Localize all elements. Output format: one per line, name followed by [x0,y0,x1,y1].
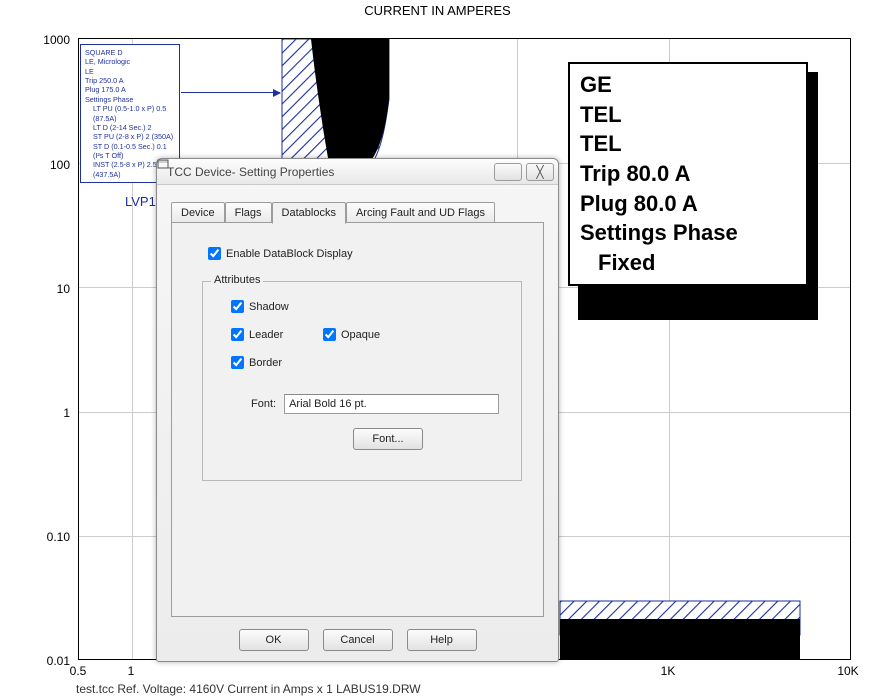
leader-input[interactable] [231,328,244,341]
dialog-button-row: OK Cancel Help [157,629,558,651]
dialog-help-button[interactable] [494,163,522,181]
datablock-ge[interactable]: GE TEL TEL Trip 80.0 A Plug 80.0 A Setti… [568,62,808,286]
datablock-line: Plug 175.0 A [85,85,175,94]
font-button[interactable]: Font... [353,428,423,450]
border-label: Border [249,357,282,369]
datablock-line: SQUARE D [85,48,175,57]
datablock-line: LT D (2-14 Sec.) 2 [85,123,175,132]
x-tick: 1 [128,664,135,678]
y-tick: 10 [24,282,70,296]
tab-flags[interactable]: Flags [225,202,272,223]
help-button[interactable]: Help [407,629,477,651]
leader-checkbox[interactable]: Leader [231,328,283,341]
tab-bar: Device Flags Datablocks Arcing Fault and… [171,201,544,223]
border-checkbox[interactable]: Border [231,356,282,369]
leader-label: Leader [249,329,283,341]
tab-arcing-fault[interactable]: Arcing Fault and UD Flags [346,202,495,223]
opaque-input[interactable] [323,328,336,341]
x-tick: 0.5 [70,664,87,678]
datablock-line: Fixed [580,248,796,278]
datablock-line: LT PU (0.5-1.0 x P) 0.5 (87.5A) [85,104,175,123]
opaque-checkbox[interactable]: Opaque [323,328,380,341]
shadow-label: Shadow [249,301,289,313]
dialog-close-button[interactable]: ╳ [526,163,554,181]
leader-arrow [181,92,280,93]
enable-datablock-input[interactable] [208,247,221,260]
datablock-line: Plug 80.0 A [580,189,796,219]
cancel-button[interactable]: Cancel [323,629,393,651]
opaque-label: Opaque [341,329,380,341]
shadow-input[interactable] [231,300,244,313]
tab-datablocks[interactable]: Datablocks [272,202,346,224]
attributes-group: Attributes Shadow Leader Opaque Border F… [202,281,522,481]
ok-button[interactable]: OK [239,629,309,651]
dialog-title: TCC Device- Setting Properties [167,165,490,179]
close-icon: ╳ [536,165,543,179]
attributes-legend: Attributes [211,274,263,286]
enable-datablock-checkbox[interactable]: Enable DataBlock Display [208,247,353,260]
y-tick: 1000 [24,33,70,47]
font-label: Font: [251,398,276,410]
chart-title: CURRENT IN AMPERES [0,3,875,18]
x-tick: 1K [661,664,676,678]
shadow-checkbox[interactable]: Shadow [231,300,289,313]
font-display: Arial Bold 16 pt. [284,394,499,414]
chart-footer: test.tcc Ref. Voltage: 4160V Current in … [76,682,421,696]
enable-datablock-label: Enable DataBlock Display [226,248,353,260]
tab-panel-datablocks: Enable DataBlock Display Attributes Shad… [171,222,544,617]
help-icon [157,159,169,169]
border-input[interactable] [231,356,244,369]
datablock-line: Settings Phase [85,95,175,104]
datablock-line: GE [580,70,796,100]
datablock-line: TEL [580,100,796,130]
dialog-tcc-device-properties: TCC Device- Setting Properties ╳ Device … [156,158,559,662]
x-tick: 10K [837,664,858,678]
datablock-line: LE, Micrologic [85,57,175,66]
y-tick: 1 [24,406,70,420]
dialog-title-bar[interactable]: TCC Device- Setting Properties ╳ [157,159,558,185]
device-label-lvp1: LVP1 [125,194,156,209]
datablock-line: TEL [580,129,796,159]
datablock-line: Trip 250.0 A [85,76,175,85]
datablock-line: Settings Phase [580,218,796,248]
y-tick: 0.01 [24,654,70,668]
datablock-line: Trip 80.0 A [580,159,796,189]
datablock-line: ST PU (2-8 x P) 2 (350A) [85,132,175,141]
datablock-line: LE [85,67,175,76]
y-tick: 100 [24,158,70,172]
tab-device[interactable]: Device [171,202,225,223]
y-tick: 0.10 [24,530,70,544]
